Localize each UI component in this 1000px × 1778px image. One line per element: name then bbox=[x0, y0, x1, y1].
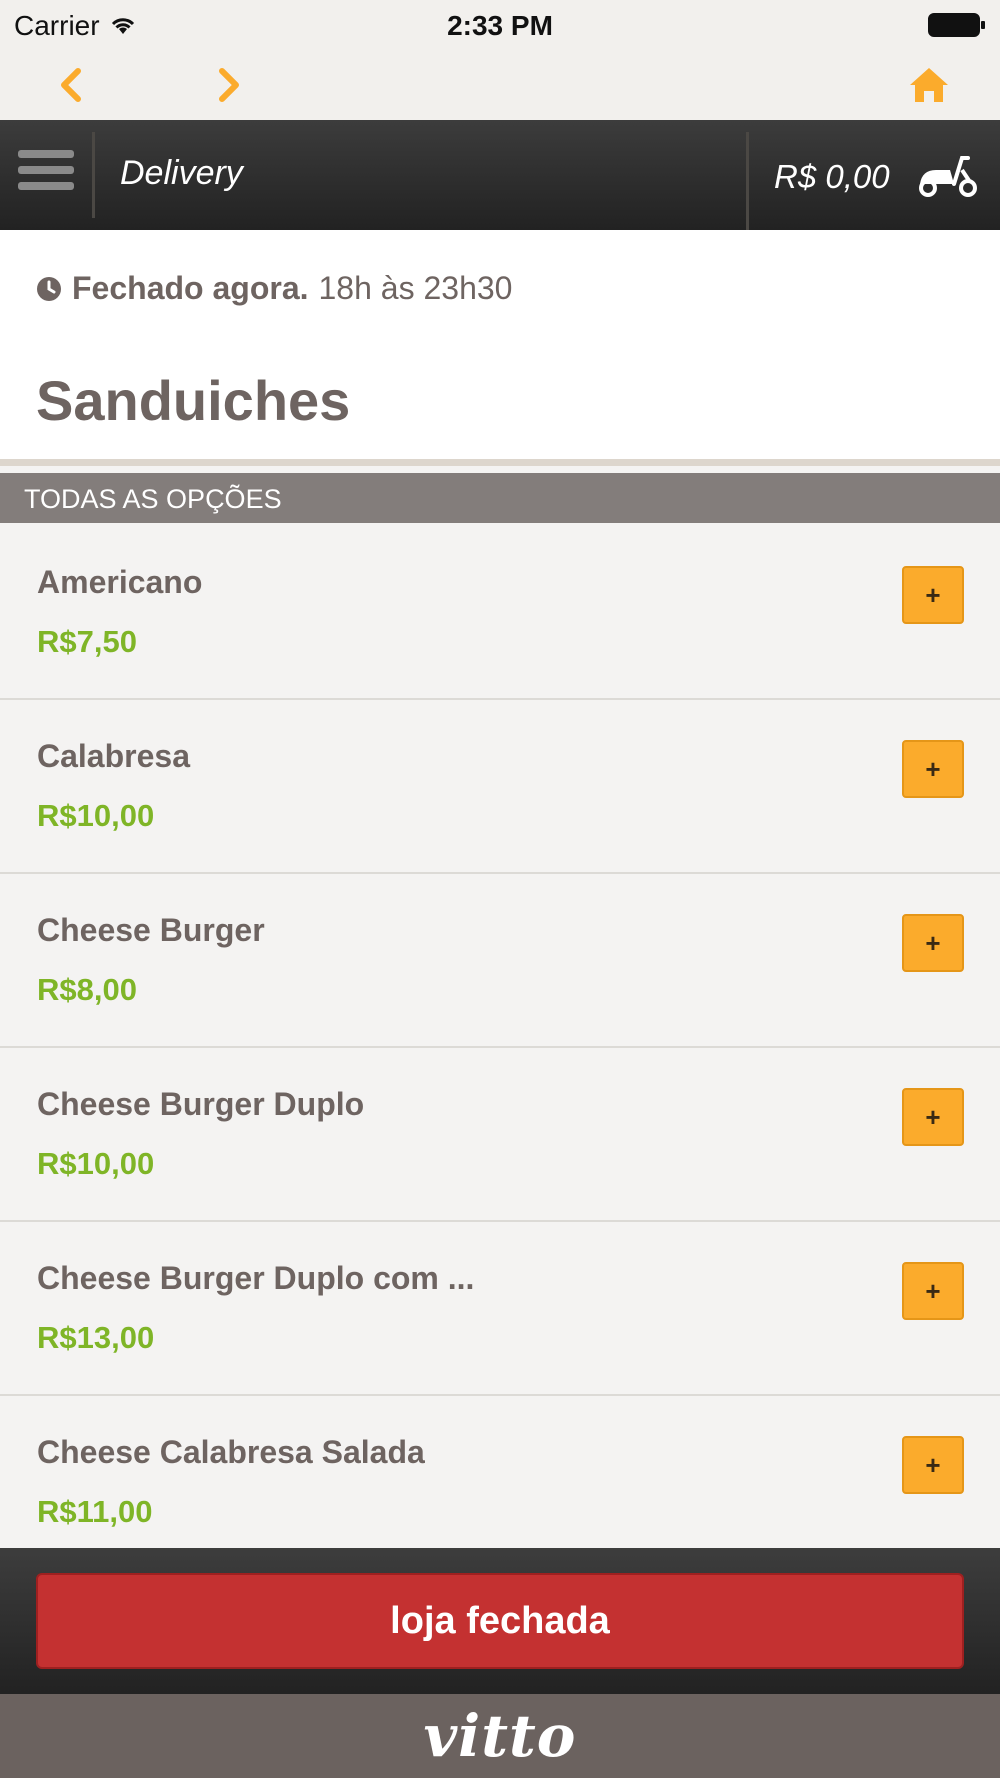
brand-bar: vitto bbox=[0, 1694, 1000, 1778]
add-to-cart-button[interactable]: + bbox=[902, 1436, 964, 1494]
forward-button[interactable] bbox=[204, 60, 254, 110]
browser-nav-bar bbox=[0, 50, 1000, 120]
list-item[interactable]: Calabresa R$10,00 + bbox=[0, 700, 1000, 874]
category-title: Sanduiches bbox=[36, 369, 351, 432]
product-name: Americano bbox=[37, 564, 203, 600]
store-info: Fechado agora. 18h às 23h30 Sanduiches bbox=[0, 230, 1000, 466]
product-price: R$7,50 bbox=[37, 624, 137, 659]
header-divider bbox=[92, 132, 95, 218]
add-to-cart-button[interactable]: + bbox=[902, 1262, 964, 1320]
status-time: 2:33 PM bbox=[447, 10, 553, 41]
store-hours: 18h às 23h30 bbox=[318, 270, 513, 306]
product-name: Cheese Burger Duplo bbox=[37, 1086, 365, 1122]
home-icon bbox=[910, 68, 948, 102]
menu-button[interactable] bbox=[18, 150, 74, 202]
add-to-cart-button[interactable]: + bbox=[902, 1088, 964, 1146]
product-list[interactable]: Americano R$7,50 + Calabresa R$10,00 + C… bbox=[0, 526, 1000, 1548]
scooter-icon[interactable] bbox=[916, 150, 980, 198]
clock-icon bbox=[37, 276, 61, 301]
cart-total[interactable]: R$ 0,00 bbox=[774, 158, 890, 196]
add-to-cart-button[interactable]: + bbox=[902, 914, 964, 972]
section-header: TODAS AS OPÇÕES bbox=[0, 473, 1000, 523]
header-divider bbox=[746, 132, 749, 230]
opening-hours: Fechado agora. 18h às 23h30 bbox=[36, 270, 512, 307]
list-item[interactable]: Cheese Burger Duplo R$10,00 + bbox=[0, 1048, 1000, 1222]
app-header: Delivery R$ 0,00 bbox=[0, 120, 1000, 230]
product-price: R$8,00 bbox=[37, 972, 137, 1007]
battery-icon bbox=[928, 13, 985, 37]
status-bar: Carrier 2:33 PM bbox=[0, 0, 1000, 50]
store-closed-button[interactable]: loja fechada bbox=[36, 1573, 964, 1669]
product-price: R$10,00 bbox=[37, 1146, 155, 1181]
home-button[interactable] bbox=[904, 60, 954, 110]
product-name: Calabresa bbox=[37, 738, 190, 774]
product-name: Cheese Calabresa Salada bbox=[37, 1434, 425, 1470]
footer-bar: loja fechada bbox=[0, 1548, 1000, 1694]
store-status: Fechado agora. bbox=[72, 270, 309, 306]
list-item[interactable]: Cheese Calabresa Salada R$11,00 + bbox=[0, 1396, 1000, 1548]
header-title: Delivery bbox=[120, 154, 243, 192]
vitto-logo: vitto bbox=[423, 1702, 577, 1770]
product-price: R$11,00 bbox=[37, 1494, 153, 1529]
back-button[interactable] bbox=[46, 60, 96, 110]
product-price: R$10,00 bbox=[37, 798, 155, 833]
hamburger-icon bbox=[18, 150, 74, 158]
list-item[interactable]: Cheese Burger R$8,00 + bbox=[0, 874, 1000, 1048]
product-name: Cheese Burger bbox=[37, 912, 265, 948]
chevron-right-icon bbox=[219, 68, 239, 102]
add-to-cart-button[interactable]: + bbox=[902, 740, 964, 798]
product-name: Cheese Burger Duplo com ... bbox=[37, 1260, 475, 1296]
chevron-left-icon bbox=[61, 68, 81, 102]
list-item[interactable]: Cheese Burger Duplo com ... R$13,00 + bbox=[0, 1222, 1000, 1396]
product-price: R$13,00 bbox=[37, 1320, 155, 1355]
list-item[interactable]: Americano R$7,50 + bbox=[0, 526, 1000, 700]
add-to-cart-button[interactable]: + bbox=[902, 566, 964, 624]
